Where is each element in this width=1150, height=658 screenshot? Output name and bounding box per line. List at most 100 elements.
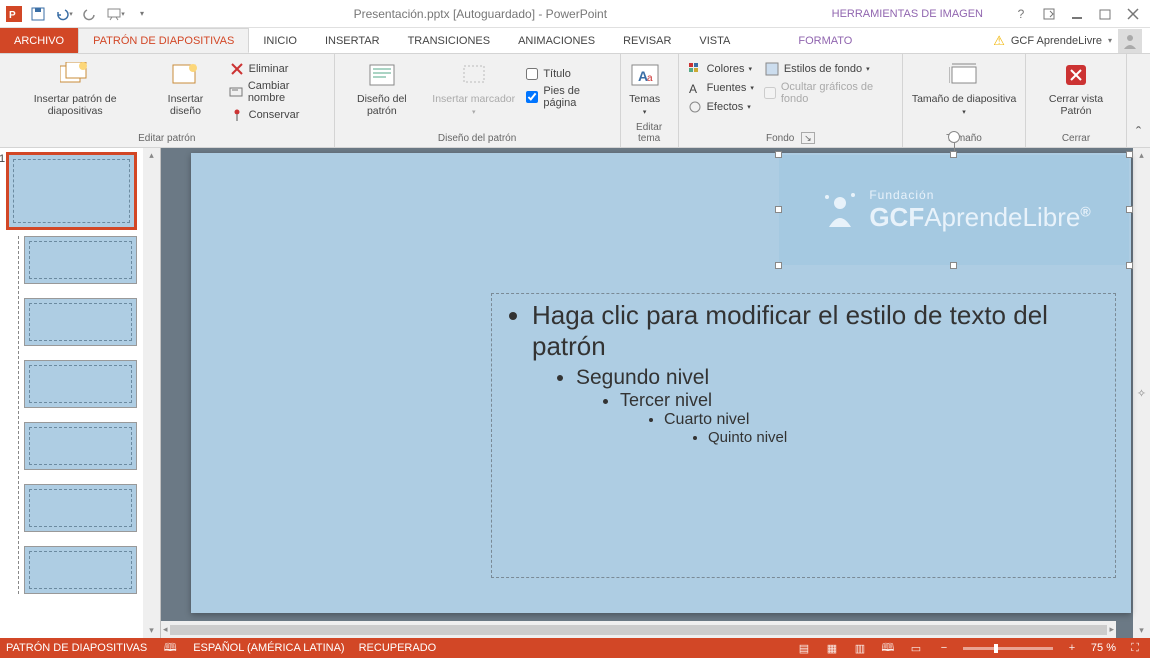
tab-revisar[interactable]: REVISAR — [609, 28, 685, 53]
colors-icon — [687, 61, 703, 77]
rotation-handle[interactable] — [948, 131, 960, 143]
zoom-out-button[interactable]: − — [935, 642, 953, 654]
warning-icon: ⚠ — [993, 33, 1005, 49]
slide-layout-icon — [169, 59, 201, 91]
tab-patron-diapositivas[interactable]: PATRÓN DE DIAPOSITIVAS — [78, 28, 249, 53]
placeholder-level-1: Haga clic para modificar el estilo de te… — [532, 300, 1097, 362]
layout-thumbnail[interactable] — [24, 422, 137, 470]
layout-thumbnail[interactable] — [24, 236, 137, 284]
workspace: 1 ▴▾ — [0, 148, 1150, 638]
minimize-button[interactable] — [1064, 3, 1090, 25]
layout-thumbnail[interactable] — [24, 546, 137, 594]
titulo-checkbox[interactable]: Título — [522, 66, 615, 82]
tab-inicio[interactable]: INICIO — [249, 28, 311, 53]
svg-text:P: P — [9, 10, 16, 21]
insertar-diseno-button[interactable]: Insertar diseño — [148, 56, 222, 120]
ocultar-graficos-checkbox[interactable]: Ocultar gráficos de fondo — [760, 79, 898, 107]
user-name: GCF AprendeLivre — [1011, 35, 1102, 47]
window-title: Presentación.pptx [Autoguardado] - Power… — [154, 7, 807, 21]
fit-to-window-button[interactable]: ⛶ — [1126, 642, 1144, 655]
group-editar-tema: Aa Temas▾ Editar tema — [621, 54, 679, 147]
tab-archivo[interactable]: ARCHIVO — [0, 28, 78, 53]
qat-customize-button[interactable]: ▾ — [130, 2, 154, 26]
ribbon-display-button[interactable] — [1036, 3, 1062, 25]
group-editar-patron: Insertar patrón de diapositivas Insertar… — [0, 54, 335, 147]
group-diseno-patron: Diseño del patrón Insertar marcador ▾ Tí… — [335, 54, 621, 147]
reading-view-icon[interactable]: 🕮 — [879, 639, 897, 658]
diseno-patron-button[interactable]: Diseño del patrón — [339, 56, 426, 120]
user-avatar — [1118, 29, 1142, 53]
sorter-view-icon[interactable]: ▥ — [851, 642, 869, 655]
view-mode-label: PATRÓN DE DIAPOSITIVAS — [6, 642, 147, 654]
placeholder-level-5: Quinto nivel — [708, 429, 1097, 446]
dialog-launcher-icon[interactable]: ↘ — [801, 132, 815, 144]
vertical-scrollbar[interactable]: ▴✧▾ — [1133, 148, 1150, 638]
svg-text:a: a — [647, 73, 653, 84]
delete-icon — [229, 61, 245, 77]
layout-thumbnail[interactable] — [24, 298, 137, 346]
fonts-icon: A — [687, 80, 703, 96]
layout-thumbnail[interactable] — [24, 360, 137, 408]
fuentes-button[interactable]: AFuentes ▾ — [683, 79, 758, 97]
tab-insertar[interactable]: INSERTAR — [311, 28, 394, 53]
themes-icon: Aa — [629, 59, 661, 91]
cambiar-nombre-button[interactable]: Cambiar nombre — [225, 79, 330, 105]
thumbnails-scrollbar[interactable]: ▴▾ — [143, 148, 160, 638]
tab-formato[interactable]: FORMATO — [784, 28, 866, 53]
save-button[interactable] — [26, 2, 50, 26]
layout-thumbnail[interactable] — [24, 484, 137, 532]
zoom-in-button[interactable]: + — [1063, 642, 1081, 654]
logo-graphic-icon — [817, 187, 863, 233]
background-styles-icon — [764, 61, 780, 77]
status-bar: PATRÓN DE DIAPOSITIVAS 🕮 ESPAÑOL (AMÉRIC… — [0, 638, 1150, 658]
user-account[interactable]: ⚠ GCF AprendeLivre ▾ — [993, 28, 1150, 53]
recovered-label[interactable]: RECUPERADO — [359, 642, 437, 654]
zoom-level[interactable]: 75 % — [1091, 642, 1116, 654]
efectos-button[interactable]: Efectos ▾ — [683, 98, 758, 116]
spellcheck-icon[interactable]: 🕮 — [161, 639, 179, 658]
zoom-slider[interactable] — [963, 647, 1053, 650]
placeholder-icon — [458, 59, 490, 91]
slideshow-view-icon[interactable]: ▭ — [907, 642, 925, 655]
eliminar-button[interactable]: Eliminar — [225, 60, 330, 78]
tamano-diapositiva-button[interactable]: Tamaño de diapositiva ▾ — [907, 56, 1021, 120]
redo-button[interactable] — [78, 2, 102, 26]
chevron-down-icon: ▾ — [1108, 36, 1112, 45]
slide-size-icon — [948, 59, 980, 91]
ribbon-tabs: ARCHIVO PATRÓN DE DIAPOSITIVAS INICIO IN… — [0, 28, 1150, 54]
group-fondo: Colores ▾ AFuentes ▾ Efectos ▾ Estilos d… — [679, 54, 904, 147]
selected-image-object[interactable]: Fundación GCFAprendeLibre® — [779, 155, 1129, 265]
placeholder-level-2: Segundo nivel — [576, 366, 1097, 390]
normal-view-icon[interactable]: ▦ — [823, 642, 841, 655]
maximize-button[interactable] — [1092, 3, 1118, 25]
conservar-button[interactable]: Conservar — [225, 106, 330, 124]
slide-canvas[interactable]: Fundación GCFAprendeLibre® Haga clic par… — [191, 153, 1131, 613]
language-label[interactable]: ESPAÑOL (AMÉRICA LATINA) — [193, 642, 344, 654]
slide-master-icon — [59, 59, 91, 91]
colores-button[interactable]: Colores ▾ — [683, 60, 758, 78]
tab-vista[interactable]: VISTA — [685, 28, 744, 53]
temas-button[interactable]: Aa Temas▾ — [625, 56, 665, 120]
app-icon: P — [4, 4, 24, 24]
group-tamano: Tamaño de diapositiva ▾ Tamaño — [903, 54, 1026, 147]
tab-transiciones[interactable]: TRANSICIONES — [394, 28, 505, 53]
help-button[interactable]: ? — [1008, 3, 1034, 25]
undo-button[interactable]: ▾ — [52, 2, 76, 26]
horizontal-scrollbar[interactable]: ◂▸ — [161, 621, 1116, 638]
svg-text:A: A — [689, 82, 697, 95]
pies-checkbox[interactable]: Pies de página — [522, 83, 615, 111]
master-slide-thumbnail[interactable]: 1 — [6, 152, 137, 230]
tab-animaciones[interactable]: ANIMACIONES — [504, 28, 609, 53]
ribbon: Insertar patrón de diapositivas Insertar… — [0, 54, 1150, 148]
start-slideshow-button[interactable]: ▾ — [104, 2, 128, 26]
logo-text-main: GCFAprendeLibre® — [869, 202, 1090, 233]
comments-icon[interactable]: ▤ — [795, 642, 813, 655]
estilos-fondo-button[interactable]: Estilos de fondo ▾ — [760, 60, 898, 78]
insertar-marcador-button[interactable]: Insertar marcador ▾ — [427, 56, 520, 120]
content-placeholder[interactable]: Haga clic para modificar el estilo de te… — [491, 293, 1116, 578]
title-bar: P ▾ ▾ ▾ Presentación.pptx [Autoguardado]… — [0, 0, 1150, 28]
insertar-patron-button[interactable]: Insertar patrón de diapositivas — [4, 56, 146, 120]
collapse-ribbon-button[interactable]: ˆ — [1127, 54, 1150, 147]
cerrar-vista-patron-button[interactable]: Cerrar vista Patrón — [1030, 56, 1122, 120]
close-button[interactable] — [1120, 3, 1146, 25]
